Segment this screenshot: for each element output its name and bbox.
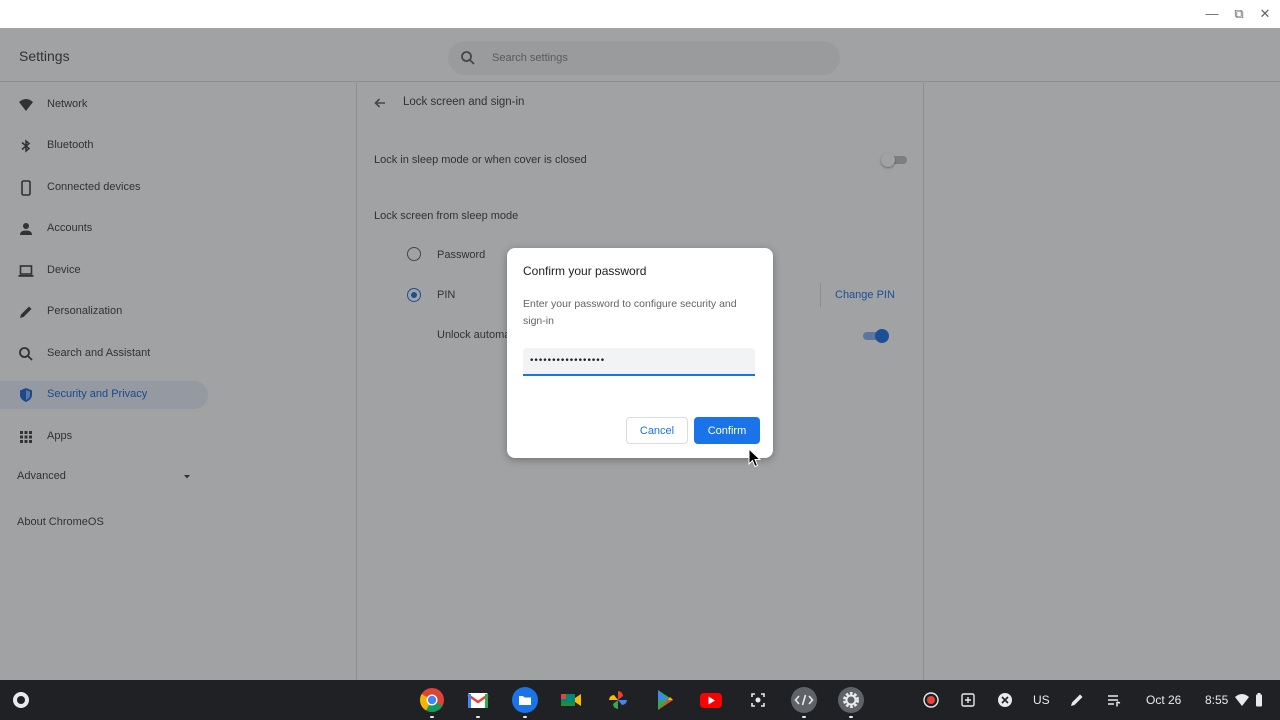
maximize-button[interactable]: ⧉	[1229, 4, 1249, 24]
shelf-app-settings[interactable]	[837, 686, 865, 718]
ime-icon[interactable]	[997, 692, 1013, 708]
shelf-app-youtube[interactable]	[697, 686, 725, 714]
running-indicator	[430, 716, 434, 718]
shelf-app-meet[interactable]	[557, 686, 585, 714]
shelf: US Oct 26 8:55	[0, 680, 1280, 720]
screen-record-icon[interactable]	[923, 692, 939, 708]
files-icon	[512, 687, 538, 713]
gmail-icon	[467, 693, 489, 708]
tote-icon[interactable]	[960, 692, 976, 708]
meet-icon	[561, 694, 581, 706]
shelf-app-files[interactable]	[511, 686, 539, 718]
screen-capture-icon	[751, 693, 765, 707]
dialog-title: Confirm your password	[523, 264, 647, 278]
stylus-icon[interactable]	[1069, 692, 1085, 708]
running-indicator	[523, 716, 527, 718]
terminal-icon	[791, 687, 817, 713]
confirm-button[interactable]: Confirm	[694, 417, 760, 444]
password-field[interactable]	[523, 348, 755, 376]
shelf-app-photos[interactable]	[604, 686, 632, 714]
date-display[interactable]: Oct 26	[1146, 693, 1181, 707]
running-indicator	[802, 716, 806, 718]
running-indicator	[849, 716, 853, 718]
close-button[interactable]: ✕	[1255, 4, 1275, 24]
keyboard-layout-indicator[interactable]: US	[1033, 693, 1050, 707]
battery-icon[interactable]	[1253, 692, 1269, 708]
running-indicator	[476, 716, 480, 718]
minimize-button[interactable]: —	[1202, 4, 1222, 24]
shelf-app-terminal[interactable]	[790, 686, 818, 718]
title-bar: — ⧉ ✕	[0, 0, 1280, 28]
shelf-app-chrome[interactable]	[418, 686, 446, 718]
shelf-app-screen-capture[interactable]	[744, 686, 772, 714]
wifi-status-icon[interactable]	[1234, 692, 1250, 708]
confirm-password-dialog: Confirm your password Enter your passwor…	[507, 248, 773, 458]
launcher-button[interactable]	[13, 692, 29, 708]
chrome-icon	[419, 688, 444, 713]
shelf-app-play-store[interactable]	[651, 686, 679, 714]
playlist-icon[interactable]	[1106, 692, 1122, 708]
youtube-icon	[700, 693, 722, 708]
photos-icon	[609, 691, 627, 709]
cancel-button[interactable]: Cancel	[626, 417, 688, 444]
dialog-description: Enter your password to configure securit…	[523, 298, 737, 327]
time-display[interactable]: 8:55	[1205, 693, 1228, 707]
settings-icon	[838, 687, 864, 713]
play-store-icon	[658, 690, 673, 710]
mouse-cursor-icon	[748, 448, 762, 468]
shelf-app-gmail[interactable]	[464, 686, 492, 718]
